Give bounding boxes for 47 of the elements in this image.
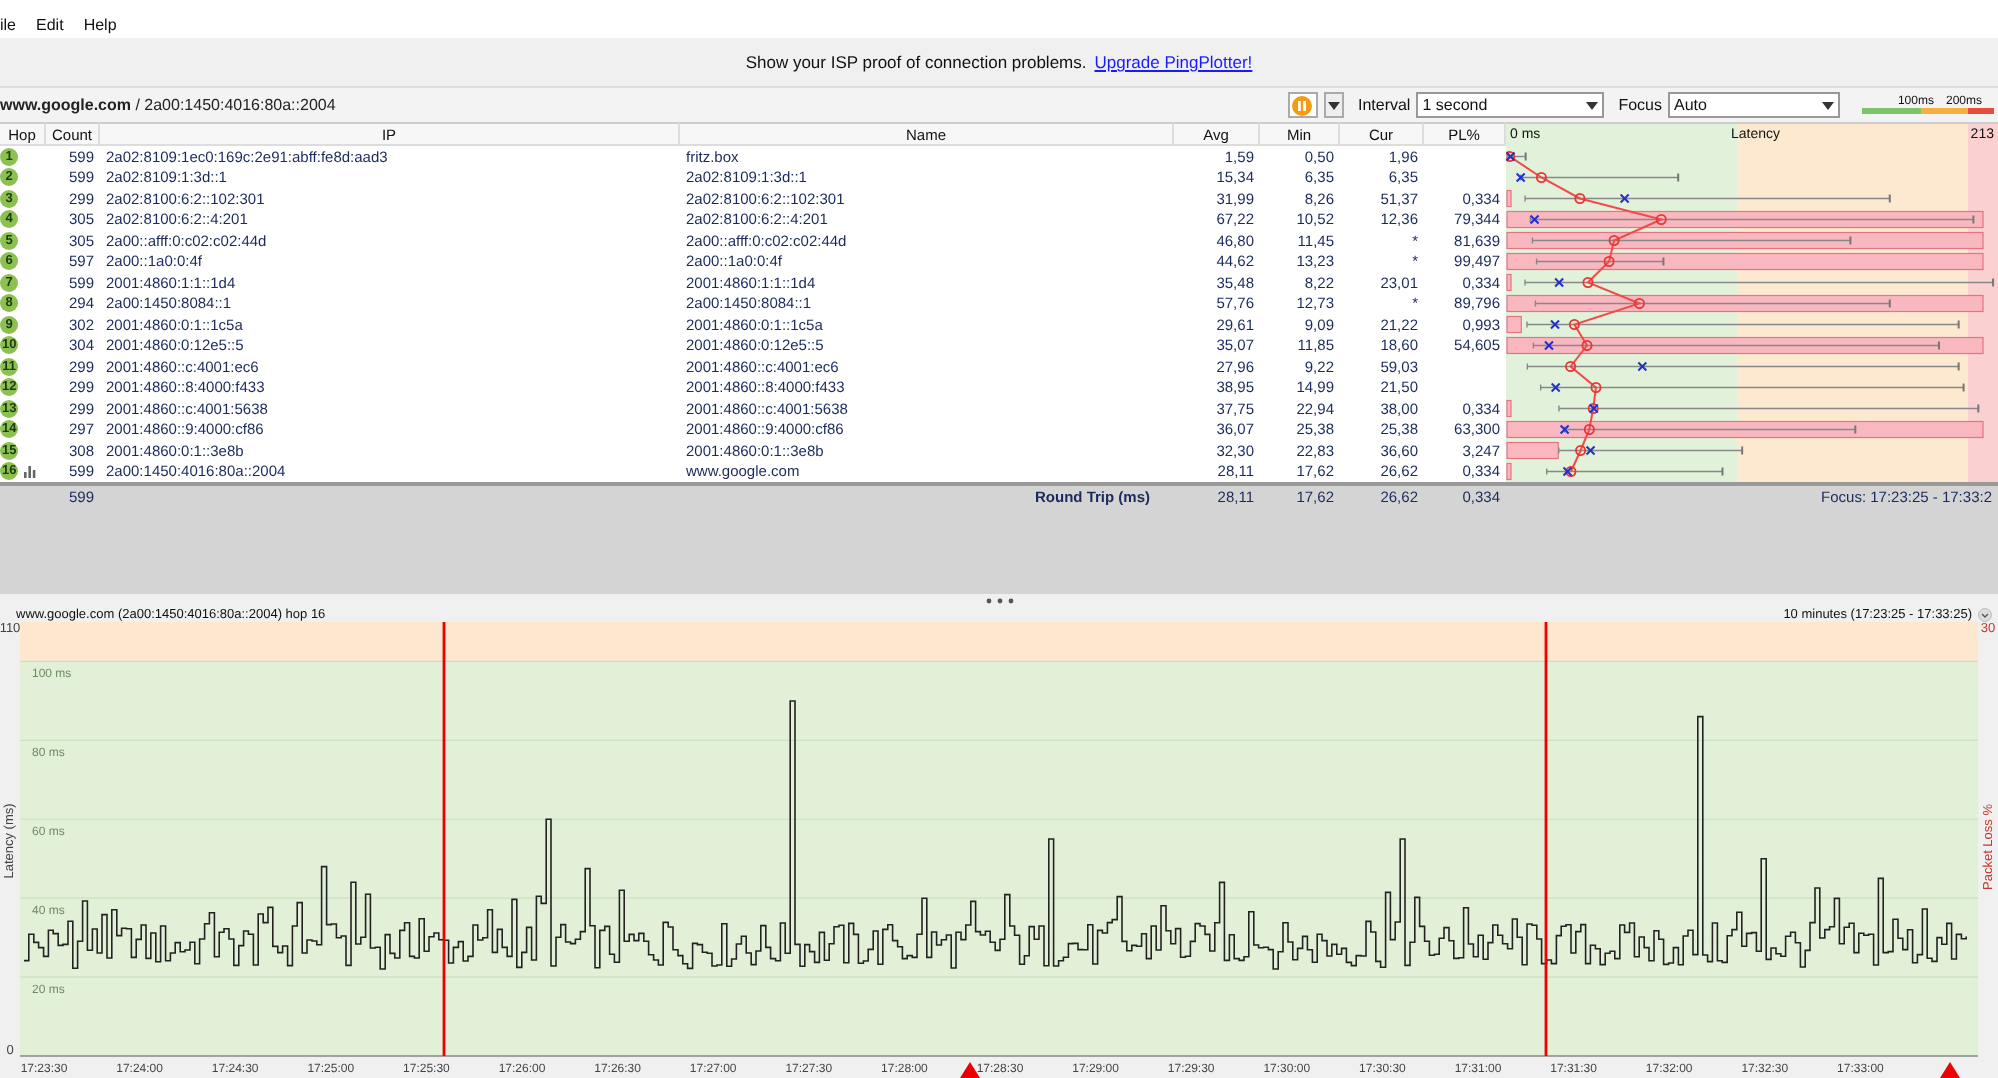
average-and-current-marker-icon xyxy=(1506,151,1516,162)
average-marker-icon xyxy=(1574,193,1586,204)
average-marker-icon xyxy=(1568,319,1580,330)
current-marker-icon xyxy=(1515,172,1526,183)
latency-range-line xyxy=(1535,257,1665,266)
grip-icon[interactable] xyxy=(985,597,1013,603)
current-marker-icon xyxy=(1554,277,1565,288)
current-marker-icon xyxy=(1550,319,1560,330)
average-marker-icon xyxy=(1582,277,1594,288)
latency-scale-bar xyxy=(1862,108,1994,114)
average-marker-icon xyxy=(1590,382,1602,393)
average-marker-icon xyxy=(1565,361,1577,372)
loss-triangle-icon xyxy=(1940,1062,1960,1078)
interval-label: Interval xyxy=(1357,96,1411,114)
current-marker-icon xyxy=(1550,382,1561,393)
upgrade-link[interactable]: Upgrade PingPlotter! xyxy=(1094,52,1253,72)
banner-text: Show your ISP proof of connection problems. xyxy=(745,52,1087,72)
average-and-current-marker-icon xyxy=(1575,445,1596,456)
average-marker-icon xyxy=(1655,214,1667,225)
average-and-current-marker-icon xyxy=(1587,403,1599,414)
latency-range-line xyxy=(1506,152,1527,161)
current-marker-icon xyxy=(1559,424,1570,435)
menu-item[interactable]: ile xyxy=(0,16,17,34)
target-path: www.google.com / 2a00:1450:4016:80a::2004 xyxy=(0,96,338,114)
menu-item[interactable]: Edit xyxy=(36,16,64,34)
interval-select[interactable]: 1 second xyxy=(1416,92,1605,118)
caret-icon xyxy=(1327,101,1340,109)
loss-triangle-icon xyxy=(960,1062,980,1078)
dropdown-button[interactable] xyxy=(1323,92,1344,118)
average-marker-icon xyxy=(1633,298,1645,309)
average-marker-icon xyxy=(1535,172,1547,183)
focus-select[interactable]: Auto xyxy=(1668,92,1840,118)
chevron-icon[interactable] xyxy=(1978,607,1992,621)
average-marker-icon xyxy=(1603,256,1615,267)
average-marker-icon xyxy=(1581,340,1593,351)
pause-icon xyxy=(1292,95,1313,115)
focus-label: Focus xyxy=(1618,96,1662,114)
current-marker-icon xyxy=(1619,193,1630,204)
caret-icon xyxy=(1822,101,1834,109)
caret-icon xyxy=(1586,101,1599,109)
current-marker-icon xyxy=(1543,340,1554,351)
average-marker-icon xyxy=(1583,424,1595,435)
menu-item[interactable]: Help xyxy=(83,16,117,34)
current-marker-icon xyxy=(1637,361,1648,372)
average-marker-icon xyxy=(1608,235,1620,246)
average-and-current-marker-icon xyxy=(1562,466,1577,477)
current-marker-icon xyxy=(1529,214,1540,225)
